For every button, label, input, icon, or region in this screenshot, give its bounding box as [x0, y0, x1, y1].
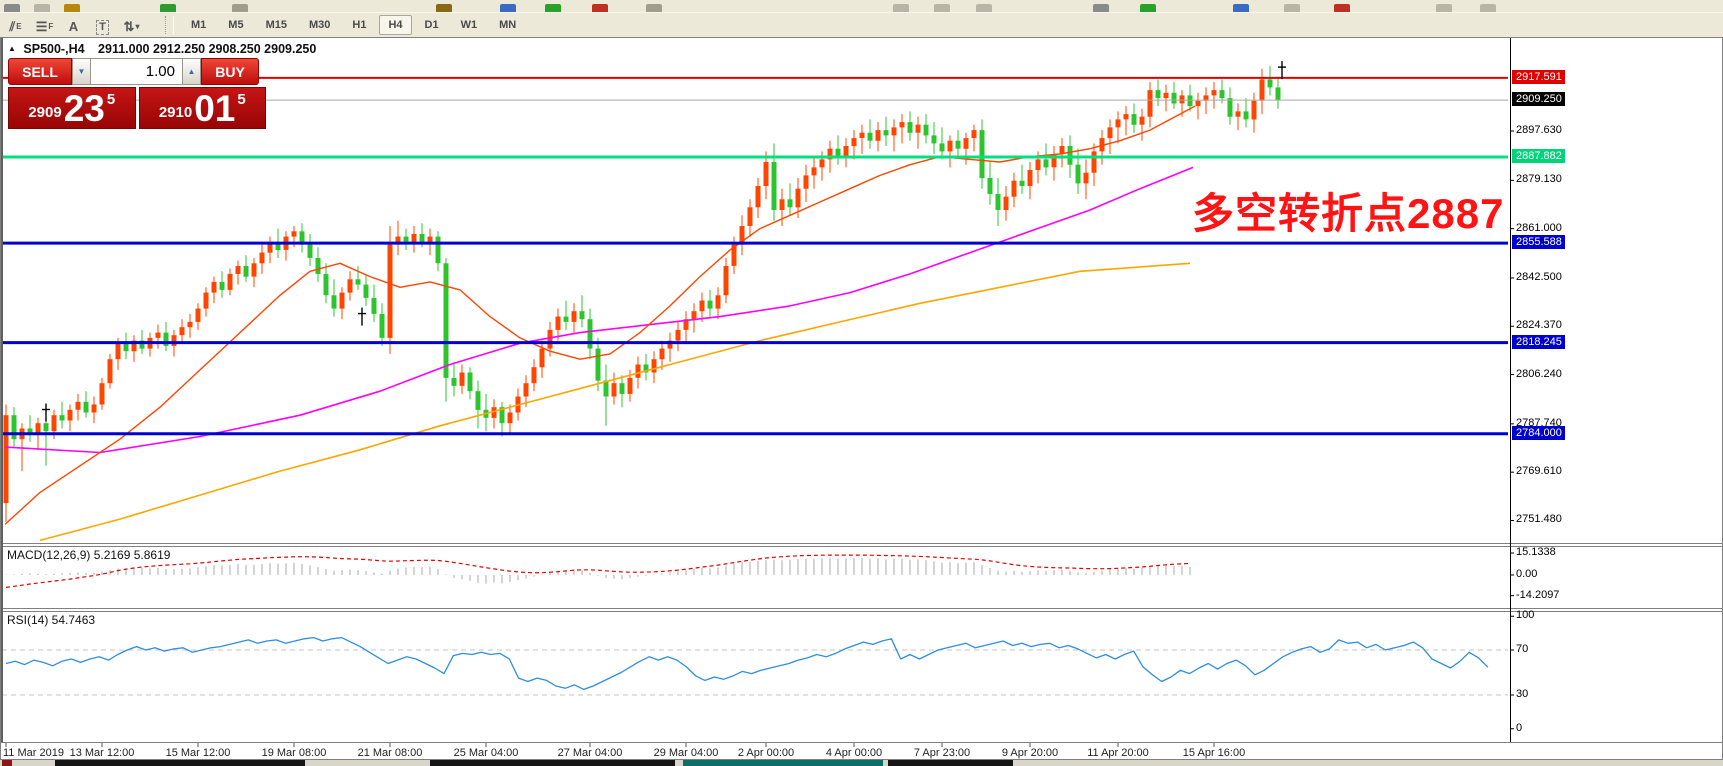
sell-button[interactable]: SELL — [8, 58, 72, 85]
triangle-down-icon: ▼ — [78, 67, 86, 76]
sell-price-prefix: 2909 — [28, 104, 61, 121]
one-click-trading-panel: SELL ▼ 1.00 ▲ BUY 2909235 2910015 — [8, 58, 266, 129]
date-label: 2 Apr 00:00 — [738, 747, 794, 759]
price-badge: 2909.250 — [1512, 92, 1565, 106]
ohlc-values: 2911.000 2912.250 2908.250 2909.250 — [98, 42, 316, 56]
chart-text-annotation: 多空转折点2887 — [1192, 180, 1504, 241]
price-tick-label: 2842.500 — [1516, 271, 1562, 283]
minimized-window-fragment[interactable] — [55, 760, 305, 766]
sell-price-big: 23 — [64, 92, 105, 125]
date-label: 7 Apr 23:00 — [914, 747, 970, 759]
minimized-window-fragment[interactable] — [888, 760, 1013, 766]
volume-increase-button[interactable]: ▲ — [182, 58, 201, 85]
price-tick-label: 2806.240 — [1516, 368, 1562, 380]
date-label: 27 Mar 04:00 — [558, 747, 623, 759]
rsi-tick-label: 100 — [1516, 609, 1534, 621]
date-label: 19 Mar 08:00 — [262, 747, 327, 759]
macd-tick-label: 15.1338 — [1516, 546, 1556, 558]
date-label: 9 Apr 20:00 — [1002, 747, 1058, 759]
price-tick-label: 2879.130 — [1516, 173, 1562, 185]
buy-price-tile[interactable]: 2910015 — [139, 87, 267, 129]
macd-tick-label: 0.00 — [1516, 568, 1537, 580]
volume-input[interactable]: 1.00 — [91, 58, 182, 85]
clipped-bottom-strip — [0, 760, 1723, 766]
triangle-up-icon: ▲ — [188, 67, 196, 76]
price-tick-label: 2769.610 — [1516, 465, 1562, 477]
macd-indicator-label: MACD(12,26,9) 5.2169 5.8619 — [7, 548, 170, 562]
price-tick-label: 2897.630 — [1516, 124, 1562, 136]
macd-tick-label: -14.2097 — [1516, 589, 1559, 601]
minimized-window-fragment[interactable] — [430, 760, 675, 766]
price-tick-label: 2824.370 — [1516, 319, 1562, 331]
date-label: 13 Mar 12:00 — [70, 747, 135, 759]
fast-ma-line — [5, 106, 1195, 524]
rsi-tick-label: 70 — [1516, 643, 1528, 655]
macd-layer — [6, 555, 1190, 587]
price-badge: 2818.245 — [1512, 335, 1565, 349]
minimized-window-fragment[interactable] — [683, 760, 883, 766]
slow-ma-line — [40, 263, 1190, 540]
buy-price-prefix: 2910 — [159, 104, 192, 121]
collapse-arrow-icon[interactable]: ▲ — [8, 44, 16, 53]
price-badge: 2917.591 — [1512, 70, 1565, 84]
medium-ma-line — [5, 167, 1193, 452]
minimized-window-fragment[interactable] — [2, 760, 12, 766]
buy-button[interactable]: BUY — [201, 58, 259, 85]
price-badge: 2784.000 — [1512, 426, 1565, 440]
price-tick-label: 2861.000 — [1516, 222, 1562, 234]
price-badge: 2855.588 — [1512, 235, 1565, 249]
volume-decrease-button[interactable]: ▼ — [72, 58, 91, 85]
symbol-period-label: SP500-,H4 — [23, 42, 84, 56]
date-label: 29 Mar 04:00 — [654, 747, 719, 759]
date-label: 21 Mar 08:00 — [358, 747, 423, 759]
price-tick-label: 2751.480 — [1516, 513, 1562, 525]
date-label: 15 Mar 12:00 — [166, 747, 231, 759]
rsi-tick-label: 30 — [1516, 688, 1528, 700]
date-label: 11 Apr 20:00 — [1087, 747, 1149, 759]
rsi-tick-label: 0 — [1516, 722, 1522, 734]
macd-signal-line — [6, 555, 1190, 587]
date-label: 11 Mar 2019 — [3, 747, 64, 759]
date-label: 15 Apr 16:00 — [1183, 747, 1245, 759]
date-label: 4 Apr 00:00 — [826, 747, 882, 759]
rsi-line — [6, 638, 1488, 690]
date-label: 25 Mar 04:00 — [454, 747, 519, 759]
sell-price-sup: 5 — [107, 91, 115, 108]
chart-title: ▲ SP500-,H4 2911.000 2912.250 2908.250 2… — [8, 42, 316, 56]
rsi-indicator-label: RSI(14) 54.7463 — [7, 613, 95, 627]
buy-price-sup: 5 — [237, 91, 245, 108]
price-badge: 2887.882 — [1512, 149, 1565, 163]
candles-layer — [4, 66, 1281, 522]
buy-price-big: 01 — [194, 92, 235, 125]
sell-price-tile[interactable]: 2909235 — [8, 87, 136, 129]
